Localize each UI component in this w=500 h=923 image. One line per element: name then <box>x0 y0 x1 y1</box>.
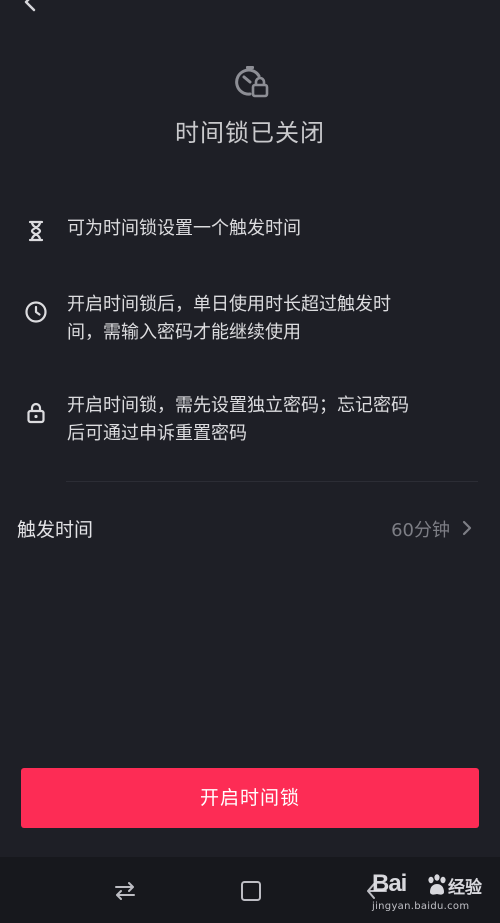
hourglass-icon <box>28 220 44 242</box>
back-arrow-icon[interactable] <box>18 0 42 14</box>
trigger-time-setting[interactable]: 触发时间 60分钟 <box>0 508 500 552</box>
lock-icon <box>27 402 45 424</box>
enable-time-lock-button[interactable]: 开启时间锁 <box>21 768 479 828</box>
feature-item-daily-limit: 开启时间锁后，单日使用时长超过触发时 间，需输入密码才能继续使用 <box>18 291 478 351</box>
feature-text-line: 开启时间锁后，单日使用时长超过触发时 <box>67 294 391 315</box>
feature-item-trigger-time: 可为时间锁设置一个触发时间 <box>18 215 478 247</box>
feature-text: 可为时间锁设置一个触发时间 <box>67 218 301 239</box>
trigger-time-label: 触发时间 <box>17 519 94 541</box>
home-icon[interactable] <box>238 878 264 904</box>
clock-icon <box>25 301 47 323</box>
feature-text-line: 开启时间锁，需先设置独立密码；忘记密码 <box>67 395 409 416</box>
trigger-time-value: 60分钟 <box>391 520 450 541</box>
timer-lock-icon <box>235 66 269 98</box>
section-divider <box>66 481 478 482</box>
watermark-suffix: 经验 <box>448 878 482 898</box>
baidu-jingyan-watermark: Bai 经验 jingyan.baidu.com <box>366 864 486 920</box>
chevron-right-icon <box>462 520 472 536</box>
time-lock-screen: 时间锁已关闭 可为时间锁设置一个触发时间 开启时间锁后，单日使用时长超过触发时 … <box>0 0 500 923</box>
paw-logo-icon <box>428 874 446 895</box>
recent-apps-icon[interactable] <box>112 878 138 904</box>
watermark-url: jingyan.baidu.com <box>372 901 470 912</box>
feature-item-password: 开启时间锁，需先设置独立密码；忘记密码 后可通过申诉重置密码 <box>18 392 478 452</box>
watermark-brand: Bai <box>372 870 407 897</box>
feature-text-line: 间，需输入密码才能继续使用 <box>67 322 301 343</box>
lock-status-title: 时间锁已关闭 <box>175 119 325 147</box>
feature-text-line: 后可通过申诉重置密码 <box>67 423 247 444</box>
